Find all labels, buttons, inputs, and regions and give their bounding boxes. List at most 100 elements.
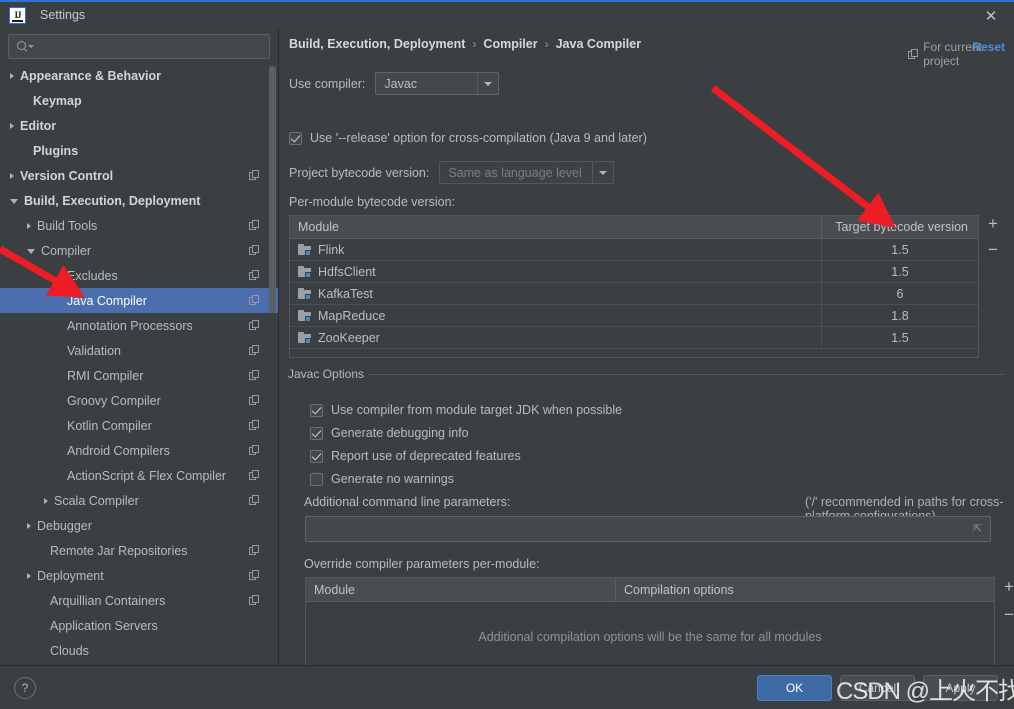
sidebar-item-plugins[interactable]: Plugins	[0, 138, 278, 163]
sidebar-item-android-compilers[interactable]: Android Compilers	[0, 438, 278, 463]
chevron-right-icon[interactable]	[10, 172, 14, 179]
project-bytecode-dropdown[interactable]: Same as language level	[439, 161, 615, 184]
breadcrumb-item-0[interactable]: Build, Execution, Deployment	[289, 37, 465, 51]
cell-target-version[interactable]: 1.8	[822, 305, 978, 326]
module-name: Flink	[318, 242, 345, 257]
cell-module: HdfsClient	[290, 261, 822, 282]
module-folder-icon	[298, 331, 312, 344]
sidebar-item-deployment[interactable]: Deployment	[0, 563, 278, 588]
sidebar-item-actionscript-flex-compiler[interactable]: ActionScript & Flex Compiler	[0, 463, 278, 488]
sidebar-item-build-tools[interactable]: Build Tools	[0, 213, 278, 238]
group-divider	[360, 374, 1004, 375]
breadcrumb-item-1[interactable]: Compiler	[483, 37, 537, 51]
sidebar-item-label: Plugins	[33, 143, 79, 158]
chevron-right-icon[interactable]	[27, 522, 31, 529]
table-row[interactable]: HdfsClient 1.5	[290, 261, 978, 283]
use-compiler-label: Use compiler:	[289, 76, 366, 91]
module-folder-icon	[298, 309, 312, 322]
javac-option-row[interactable]: Generate debugging info	[310, 426, 469, 440]
sidebar-item-excludes[interactable]: Excludes	[0, 263, 278, 288]
sidebar-item-label: Clouds	[50, 643, 89, 658]
sidebar-item-compiler[interactable]: Compiler	[0, 238, 278, 263]
use-compiler-value: Javac	[384, 76, 418, 91]
settings-dialog: IJ Settings ✕ Appearance & Behavior Keyma…	[0, 0, 1014, 709]
help-button[interactable]: ?	[14, 677, 36, 699]
sidebar-item-clouds[interactable]: Clouds	[0, 638, 278, 663]
remove-module-button[interactable]: −	[984, 240, 1002, 259]
table-row[interactable]: KafkaTest 6	[290, 283, 978, 305]
cell-target-version[interactable]: 1.5	[822, 239, 978, 260]
close-icon[interactable]: ✕	[968, 2, 1014, 30]
search-wrapper	[0, 28, 278, 63]
sidebar-item-debugger[interactable]: Debugger	[0, 513, 278, 538]
cell-target-version[interactable]: 1.5	[822, 327, 978, 348]
javac-option-row[interactable]: Generate no warnings	[310, 472, 454, 486]
javac-option-row[interactable]: Report use of deprecated features	[310, 449, 521, 463]
intellij-logo-icon: IJ	[9, 6, 26, 24]
javac-option-checkbox[interactable]	[310, 472, 323, 486]
column-header-target-version: Target bytecode version	[835, 220, 968, 234]
sidebar-item-label: Build Tools	[37, 218, 98, 233]
release-option-checkbox[interactable]	[289, 131, 302, 145]
reset-link[interactable]: Reset	[972, 40, 1005, 54]
add-override-button[interactable]: +	[1000, 577, 1014, 596]
chevron-right-icon[interactable]	[10, 72, 14, 79]
sidebar-item-editor[interactable]: Editor	[0, 113, 278, 138]
table-row[interactable]: Flink 1.5	[290, 239, 978, 261]
sidebar-item-label: Android Compilers	[67, 443, 170, 458]
breadcrumb-item-2: Java Compiler	[555, 37, 642, 51]
cancel-button[interactable]: Cancel	[840, 675, 915, 701]
sidebar-item-label: Arquillian Containers	[50, 593, 166, 608]
chevron-right-icon[interactable]	[27, 222, 31, 229]
javac-option-checkbox[interactable]	[310, 426, 323, 440]
sidebar-item-annotation-processors[interactable]: Annotation Processors	[0, 313, 278, 338]
settings-tree: Appearance & Behavior Keymap Editor Plugins…	[0, 63, 278, 663]
use-compiler-dropdown[interactable]: Javac	[375, 72, 500, 95]
chevron-right-icon[interactable]	[44, 497, 48, 504]
ok-button[interactable]: OK	[757, 675, 832, 701]
search-box[interactable]	[8, 34, 270, 59]
chevron-down-icon[interactable]	[27, 249, 35, 254]
add-module-button[interactable]: +	[984, 214, 1002, 233]
javac-option-row[interactable]: Use compiler from module target JDK when…	[310, 403, 622, 417]
sidebar-item-java-compiler[interactable]: Java Compiler	[0, 288, 278, 313]
project-scope-icon	[249, 245, 260, 256]
sidebar-item-label: Validation	[67, 343, 121, 358]
sidebar-item-label: Groovy Compiler	[67, 393, 161, 408]
project-scope-icon	[249, 445, 260, 456]
sidebar-item-validation[interactable]: Validation	[0, 338, 278, 363]
sidebar-item-keymap[interactable]: Keymap	[0, 88, 278, 113]
chevron-right-icon[interactable]	[10, 122, 14, 129]
cell-target-version[interactable]: 1.5	[822, 261, 978, 282]
expand-icon[interactable]: ⇱	[973, 524, 984, 535]
search-input[interactable]	[31, 39, 241, 54]
chevron-down-icon[interactable]	[10, 199, 18, 204]
sidebar-item-scala-compiler[interactable]: Scala Compiler	[0, 488, 278, 513]
javac-option-checkbox[interactable]	[310, 403, 323, 417]
release-option-label: Use '--release' option for cross-compila…	[310, 131, 647, 145]
sidebar-scrollbar[interactable]	[269, 66, 276, 313]
sidebar-item-build-execution-deployment[interactable]: Build, Execution, Deployment	[0, 188, 278, 213]
sidebar-item-version-control[interactable]: Version Control	[0, 163, 278, 188]
sidebar-item-label: Remote Jar Repositories	[50, 543, 188, 558]
table-header-row: Module Compilation options	[306, 578, 994, 602]
chevron-right-icon[interactable]	[27, 572, 31, 579]
sidebar-item-appearance-behavior[interactable]: Appearance & Behavior	[0, 63, 278, 88]
apply-button[interactable]: Apply	[923, 675, 998, 701]
cell-target-version[interactable]: 6	[822, 283, 978, 304]
sidebar-item-groovy-compiler[interactable]: Groovy Compiler	[0, 388, 278, 413]
table-row[interactable]: ZooKeeper 1.5	[290, 327, 978, 349]
remove-override-button[interactable]: −	[1000, 605, 1014, 624]
chevron-down-icon	[477, 73, 498, 94]
sidebar-item-application-servers[interactable]: Application Servers	[0, 613, 278, 638]
sidebar-item-arquillian-containers[interactable]: Arquillian Containers	[0, 588, 278, 613]
sidebar-item-rmi-compiler[interactable]: RMI Compiler	[0, 363, 278, 388]
table-row[interactable]: MapReduce 1.8	[290, 305, 978, 327]
sidebar-item-kotlin-compiler[interactable]: Kotlin Compiler	[0, 413, 278, 438]
sidebar-item-remote-jar-repositories[interactable]: Remote Jar Repositories	[0, 538, 278, 563]
release-option-row[interactable]: Use '--release' option for cross-compila…	[289, 131, 647, 145]
javac-option-checkbox[interactable]	[310, 449, 323, 463]
column-header-module: Module	[306, 578, 616, 601]
additional-params-input[interactable]: ⇱	[305, 516, 991, 542]
javac-option-label: Generate no warnings	[331, 472, 454, 486]
